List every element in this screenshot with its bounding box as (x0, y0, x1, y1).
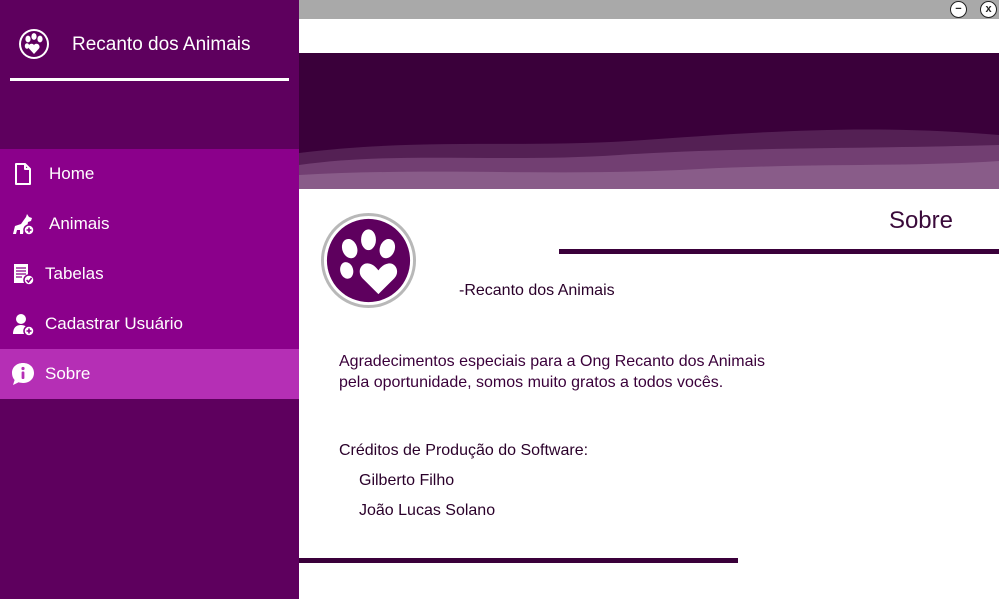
close-button[interactable]: x (980, 1, 997, 18)
thanks-paragraph: Agradecimentos especiais para a Ong Reca… (339, 351, 765, 393)
minimize-button[interactable]: − (950, 1, 967, 18)
logo-caption: -Recanto dos Animais (459, 282, 615, 299)
bottom-divider (299, 558, 738, 563)
window-titlebar: − x (299, 0, 999, 19)
close-icon: x (985, 3, 992, 15)
header-banner (299, 53, 999, 189)
paw-heart-logo-icon (320, 212, 417, 309)
sidebar-item-home[interactable]: Home (0, 149, 299, 199)
thanks-line: Agradecimentos especiais para a Ong Reca… (339, 353, 766, 370)
credits-title: Créditos de Produção do Software: (339, 442, 589, 459)
credit-name: Gilberto Filho (359, 472, 455, 489)
page-title: Sobre (888, 207, 953, 234)
file-icon (15, 163, 31, 185)
thanks-line: pela oportunidade, somos muito gratos a … (339, 374, 724, 391)
paw-logo-icon (19, 29, 49, 59)
sidebar-item-label: Tabelas (45, 264, 104, 283)
sidebar-item-label: Sobre (45, 364, 91, 383)
app-title: Recanto dos Animais (72, 34, 251, 55)
sidebar: Recanto dos Animais Home Animais Tabelas… (0, 0, 299, 599)
sidebar-item-label: Animais (49, 214, 110, 233)
minimize-icon: − (955, 3, 962, 15)
sidebar-item-tabelas[interactable]: Tabelas (0, 249, 299, 299)
sidebar-menu: Home Animais Tabelas Cadastrar Usuário S… (0, 149, 299, 399)
title-divider (559, 249, 999, 254)
sidebar-brand: Recanto dos Animais (0, 0, 299, 81)
user-add-icon (13, 314, 35, 337)
sidebar-item-label: Home (49, 164, 95, 183)
brand-divider (10, 78, 289, 81)
table-check-icon (14, 264, 35, 286)
info-icon (12, 363, 34, 385)
sidebar-item-sobre[interactable]: Sobre (0, 349, 299, 399)
sidebar-item-cadastrar-usuario[interactable]: Cadastrar Usuário (0, 299, 299, 349)
sidebar-item-label: Cadastrar Usuário (45, 314, 183, 333)
wave-decoration (299, 129, 999, 189)
credit-name: João Lucas Solano (359, 502, 496, 519)
dog-add-icon (13, 214, 35, 236)
sidebar-item-animais[interactable]: Animais (0, 199, 299, 249)
main-content: Sobre -Recanto dos Animais Agradecimento… (299, 189, 999, 599)
header-strip (299, 19, 999, 53)
